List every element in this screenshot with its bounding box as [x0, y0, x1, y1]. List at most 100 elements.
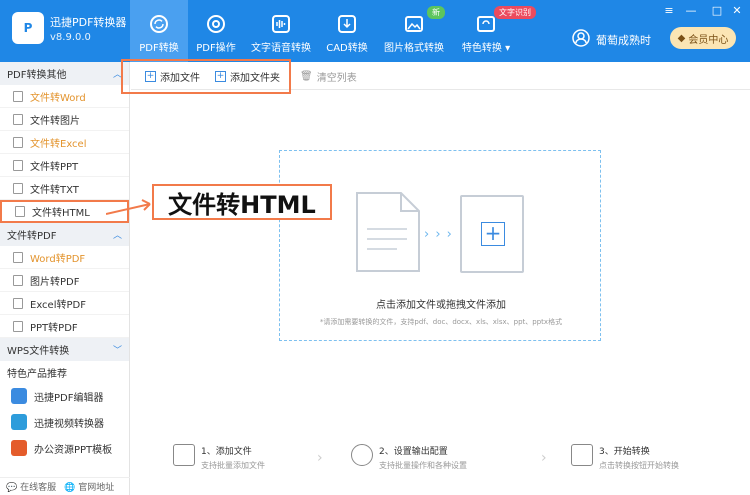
menu-button[interactable]: ≡ [662, 4, 676, 17]
refresh-icon [149, 14, 169, 34]
tab-label: PDF操作 [196, 43, 236, 54]
sidebar-item-to-ppt[interactable]: 文件转PPT [0, 154, 129, 177]
item-label: Word转PDF [30, 253, 86, 265]
chevron-down-icon: ﹀ [112, 346, 122, 356]
plus-icon: + [481, 222, 505, 246]
step-start-convert: 3、开始转换 点击转换按钮开始转换 [571, 444, 679, 471]
group-title: PDF转换其他 [7, 70, 67, 81]
ocr-badge: 文字识别 [494, 6, 536, 19]
sidebar-item-to-word[interactable]: 文件转Word [0, 85, 129, 108]
app-logo: P [12, 12, 44, 44]
gear-icon [206, 14, 226, 34]
item-label: 文件转PPT [30, 161, 79, 173]
tab-cad[interactable]: CAD转换 [324, 0, 370, 62]
item-label: PPT转PDF [30, 322, 78, 334]
step-output-config: 2、设置输出配置 支持批量操作和各种设置 [351, 444, 467, 471]
tab-text-audio[interactable]: 文字语音转换 [250, 0, 312, 62]
product-pdf-editor[interactable]: 迅捷PDF编辑器 [0, 383, 129, 409]
dropzone-main-text: 点击添加文件或拖拽文件添加 [376, 300, 506, 311]
tab-label: 图片格式转换 [384, 43, 444, 54]
chevron-down-icon: ▾ [505, 43, 511, 54]
product-video-converter[interactable]: 迅捷视频转换器 [0, 409, 129, 435]
file-icon [15, 206, 25, 217]
user-name: 葡萄成熟时 [596, 33, 651, 47]
product-label: 迅捷PDF编辑器 [34, 392, 104, 404]
item-label: 文件转图片 [30, 115, 80, 127]
steps-bar: 1、添加文件 支持批量添加文件 › 2、设置输出配置 支持批量操作和各种设置 › 3… [131, 440, 750, 480]
toolbar-highlight-box [121, 59, 291, 94]
pdf-editor-icon [11, 388, 27, 404]
file-icon [13, 159, 23, 171]
tab-label: CAD转换 [326, 43, 368, 54]
chevron-right-icon: › [317, 450, 323, 466]
convert-icon [571, 444, 593, 466]
file-icon [13, 90, 23, 102]
tab-label: PDF转换 [139, 43, 179, 54]
sidebar-item-ppt-to-pdf[interactable]: PPT转PDF [0, 315, 129, 338]
add-file-icon [173, 444, 195, 466]
top-bar: P 迅捷PDF转换器 v8.9.0.0 PDF转换 PDF操作 文字语音转换 C… [0, 0, 750, 62]
featured-title: 特色产品推荐 [7, 368, 67, 380]
sidebar: PDF转换其他 ︿ 文件转Word 文件转图片 文件转Excel 文件转PPT … [0, 62, 130, 495]
product-label: 迅捷视频转换器 [34, 418, 104, 430]
product-ppt-templates[interactable]: 办公资源PPT模板 [0, 435, 129, 461]
image-file-icon [13, 274, 23, 286]
item-label: 文件转Excel [30, 138, 87, 150]
tab-pdf-operate[interactable]: PDF操作 [190, 0, 242, 62]
group-title: 文件转PDF [7, 231, 57, 242]
callout-arrow [106, 199, 151, 215]
item-label: 图片转PDF [30, 276, 80, 288]
video-converter-icon [11, 414, 27, 430]
user-icon [572, 29, 590, 50]
item-label: 文件转HTML [32, 208, 90, 219]
sidebar-footer: 💬 在线客服 🌐 官网地址 [0, 477, 130, 495]
ppt-template-icon [11, 440, 27, 456]
file-dropzone[interactable]: › › › + 点击添加文件或拖拽文件添加 *请添加需要转换的文件，支持pdf、… [279, 150, 601, 341]
file-icon [13, 320, 23, 332]
website-link[interactable]: 🌐 官网地址 [64, 480, 114, 493]
trash-icon: 🗑 [300, 71, 313, 82]
annotation-callout: 文件转HTML [152, 184, 332, 220]
document-icon [356, 192, 420, 272]
tab-pdf-convert[interactable]: PDF转换 [130, 0, 188, 62]
close-button[interactable]: ✕ [730, 4, 744, 17]
group-title: WPS文件转换 [7, 346, 70, 357]
sidebar-group-wps[interactable]: WPS文件转换 ﹀ [0, 338, 129, 361]
chat-icon: 💬 [6, 483, 18, 493]
minimize-button[interactable]: — [684, 4, 698, 17]
tab-label: 文字语音转换 [251, 43, 311, 54]
online-service-link[interactable]: 💬 在线客服 [6, 480, 56, 493]
chevron-up-icon: ︿ [112, 231, 122, 241]
arrows-icon: › › › [424, 227, 453, 242]
button-label: 清空列表 [316, 73, 357, 84]
add-file-box[interactable]: + [460, 195, 524, 273]
sidebar-item-excel-to-pdf[interactable]: Excel转PDF [0, 292, 129, 315]
sidebar-item-image-to-pdf[interactable]: 图片转PDF [0, 269, 129, 292]
sidebar-group-pdf-to-other[interactable]: PDF转换其他 ︿ [0, 62, 129, 85]
item-label: 文件转TXT [30, 184, 79, 196]
app-name: 迅捷PDF转换器 [50, 16, 127, 29]
settings-icon [351, 444, 373, 466]
clear-list-button[interactable]: 🗑 清空列表 [300, 69, 357, 84]
new-badge: 新 [427, 6, 445, 19]
member-center-button[interactable]: ◆ 会员中心 [670, 27, 736, 49]
sidebar-item-to-image[interactable]: 文件转图片 [0, 108, 129, 131]
audio-icon [271, 14, 291, 34]
chevron-right-icon: › [541, 450, 547, 466]
maximize-button[interactable]: □ [710, 4, 724, 17]
item-label: 文件转Word [30, 92, 86, 104]
sidebar-item-to-excel[interactable]: 文件转Excel [0, 131, 129, 154]
member-label: 会员中心 [688, 34, 729, 46]
special-icon [476, 14, 496, 34]
file-icon [13, 251, 23, 263]
product-label: 办公资源PPT模板 [34, 444, 113, 456]
file-icon [13, 182, 23, 194]
sidebar-item-word-to-pdf[interactable]: Word转PDF [0, 246, 129, 269]
image-file-icon [13, 113, 23, 125]
user-profile[interactable]: 葡萄成熟时 [572, 29, 651, 50]
tab-label: 特色转换 ▾ [461, 43, 511, 54]
app-version: v8.9.0.0 [50, 32, 91, 43]
sidebar-group-file-to-pdf[interactable]: 文件转PDF ︿ [0, 223, 129, 246]
file-icon [13, 136, 23, 148]
globe-icon: 🌐 [64, 483, 76, 493]
